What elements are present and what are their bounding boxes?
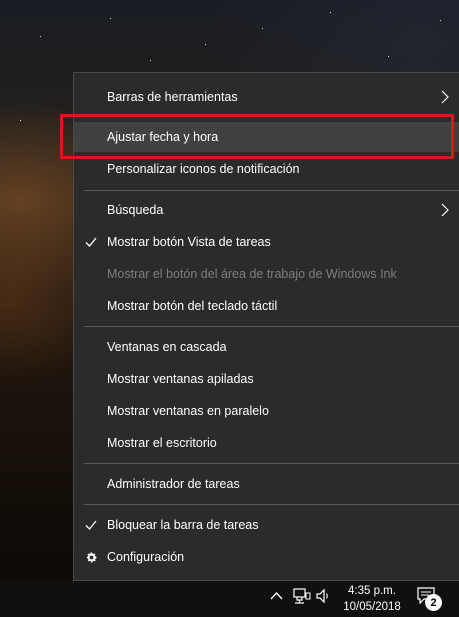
menu-item-side-by-side-windows[interactable]: Mostrar ventanas en paralelo — [74, 396, 459, 426]
menu-item-label: Mostrar el botón del área de trabajo de … — [107, 267, 397, 281]
menu-item-label: Mostrar botón del teclado táctil — [107, 299, 278, 313]
menu-item-label: Ventanas en cascada — [107, 340, 227, 354]
system-clock[interactable]: 4:35 p.m. 10/05/2018 — [336, 581, 408, 617]
gear-icon — [86, 551, 97, 562]
chevron-up-icon[interactable] — [270, 591, 283, 601]
menu-item-stacked-windows[interactable]: Mostrar ventanas apiladas — [74, 364, 459, 394]
clock-date: 10/05/2018 — [343, 601, 401, 613]
menu-item-lock-taskbar[interactable]: Bloquear la barra de tareas — [74, 510, 459, 540]
checkmark-icon — [85, 237, 97, 247]
checkmark-icon — [85, 520, 97, 530]
menu-item-label: Mostrar botón Vista de tareas — [107, 235, 271, 249]
menu-item-show-windows-ink: Mostrar el botón del área de trabajo de … — [74, 259, 459, 289]
menu-item-label: Configuración — [107, 550, 185, 564]
menu-separator — [84, 326, 459, 327]
menu-item-cascade-windows[interactable]: Ventanas en cascada — [74, 332, 459, 362]
volume-icon[interactable] — [316, 588, 332, 604]
menu-item-label: Mostrar el escritorio — [107, 436, 217, 450]
menu-item-search[interactable]: Búsqueda — [74, 195, 459, 225]
network-icon[interactable] — [293, 588, 311, 604]
menu-item-label: Mostrar ventanas en paralelo — [107, 404, 269, 418]
menu-item-label: Administrador de tareas — [107, 477, 240, 491]
notification-count-badge: 2 — [425, 594, 442, 611]
highlight-annotation-box — [60, 114, 454, 159]
menu-item-label: Barras de herramientas — [107, 90, 238, 104]
chevron-right-icon — [441, 203, 449, 217]
menu-item-label: Búsqueda — [107, 203, 164, 217]
menu-item-task-manager[interactable]: Administrador de tareas — [74, 469, 459, 499]
menu-item-show-task-view[interactable]: Mostrar botón Vista de tareas — [74, 227, 459, 257]
menu-item-settings[interactable]: Configuración — [74, 542, 459, 572]
menu-item-label: Bloquear la barra de tareas — [107, 518, 259, 532]
menu-item-show-desktop[interactable]: Mostrar el escritorio — [74, 428, 459, 458]
menu-item-label: Personalizar iconos de notificación — [107, 162, 300, 176]
menu-separator — [84, 190, 459, 191]
chevron-right-icon — [441, 90, 449, 104]
menu-separator — [84, 463, 459, 464]
menu-item-toolbars[interactable]: Barras de herramientas — [74, 82, 459, 112]
menu-separator — [84, 504, 459, 505]
menu-item-label: Mostrar ventanas apiladas — [107, 372, 254, 386]
clock-time: 4:35 p.m. — [348, 585, 396, 597]
menu-item-show-touch-keyboard[interactable]: Mostrar botón del teclado táctil — [74, 291, 459, 321]
